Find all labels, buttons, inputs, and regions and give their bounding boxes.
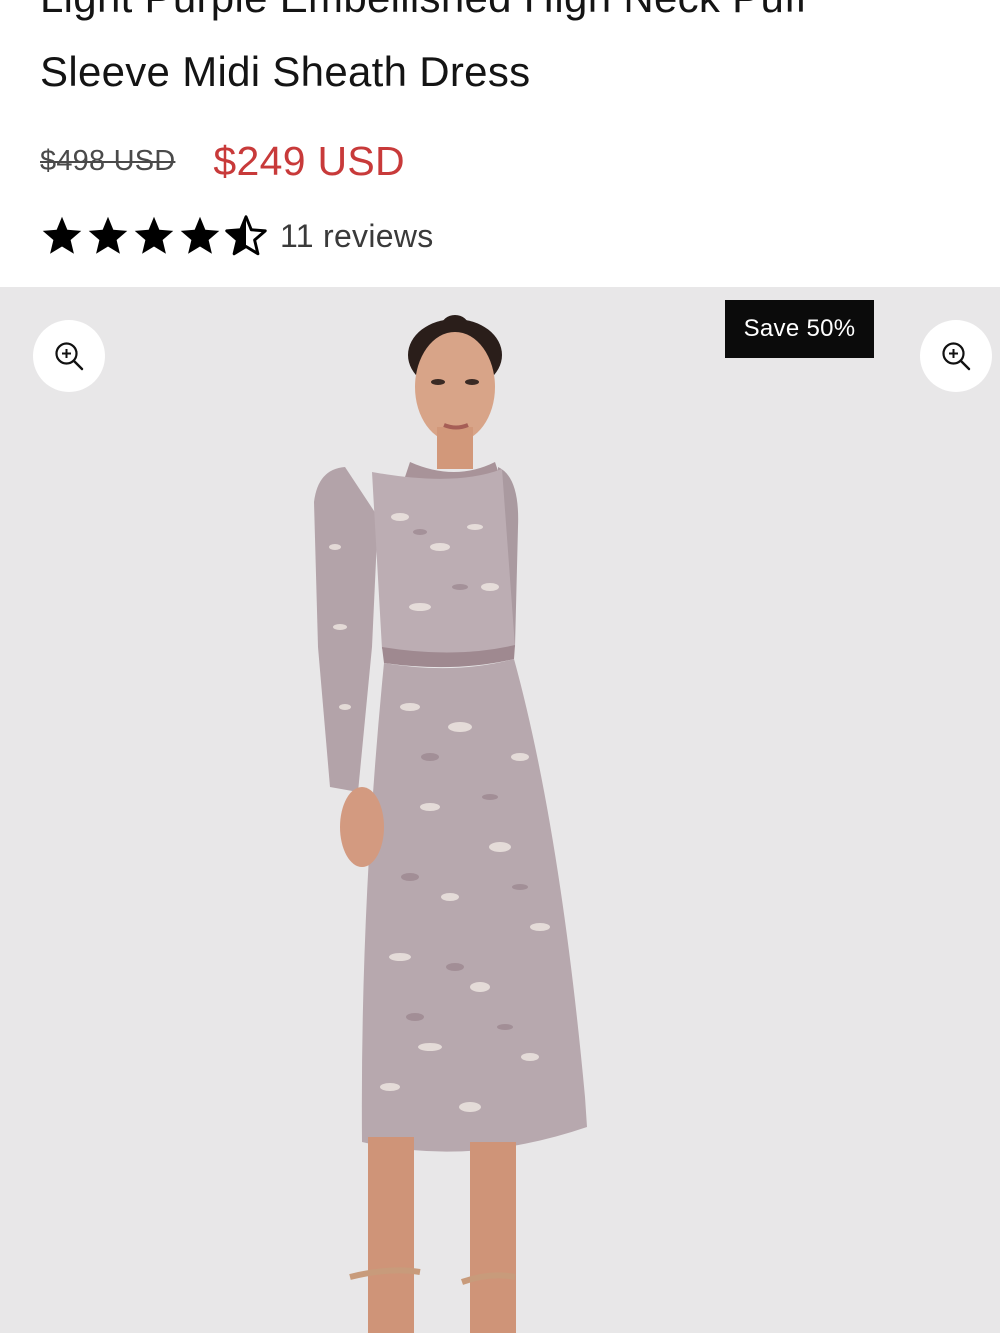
zoom-in-icon [55, 342, 84, 371]
star-rating [40, 214, 270, 258]
reviews-count-link[interactable]: 11 reviews [280, 218, 434, 255]
product-page: Light Purple Embellished High Neck Puff … [0, 0, 1000, 1333]
zoom-in-icon [942, 342, 971, 371]
product-title-line-1: Light Purple Embellished High Neck Puff [40, 0, 807, 26]
rating-row[interactable]: 11 reviews [40, 210, 434, 262]
star-half-icon [225, 215, 267, 256]
zoom-button-left[interactable] [33, 320, 105, 392]
sale-price: $249 USD [213, 137, 405, 184]
product-gallery[interactable]: Save 50% [0, 287, 1000, 1333]
star-full-icon [134, 216, 174, 254]
star-full-icon [180, 216, 220, 254]
product-title-line-2: Sleeve Midi Sheath Dress [40, 48, 531, 95]
star-full-icon [88, 216, 128, 254]
discount-badge: Save 50% [725, 300, 874, 358]
zoom-button-right[interactable] [920, 320, 992, 392]
compare-at-price: $498 USD [40, 144, 176, 177]
product-image [314, 315, 587, 1333]
price-row: $498 USD $249 USD [40, 134, 405, 188]
star-full-icon [42, 216, 82, 254]
